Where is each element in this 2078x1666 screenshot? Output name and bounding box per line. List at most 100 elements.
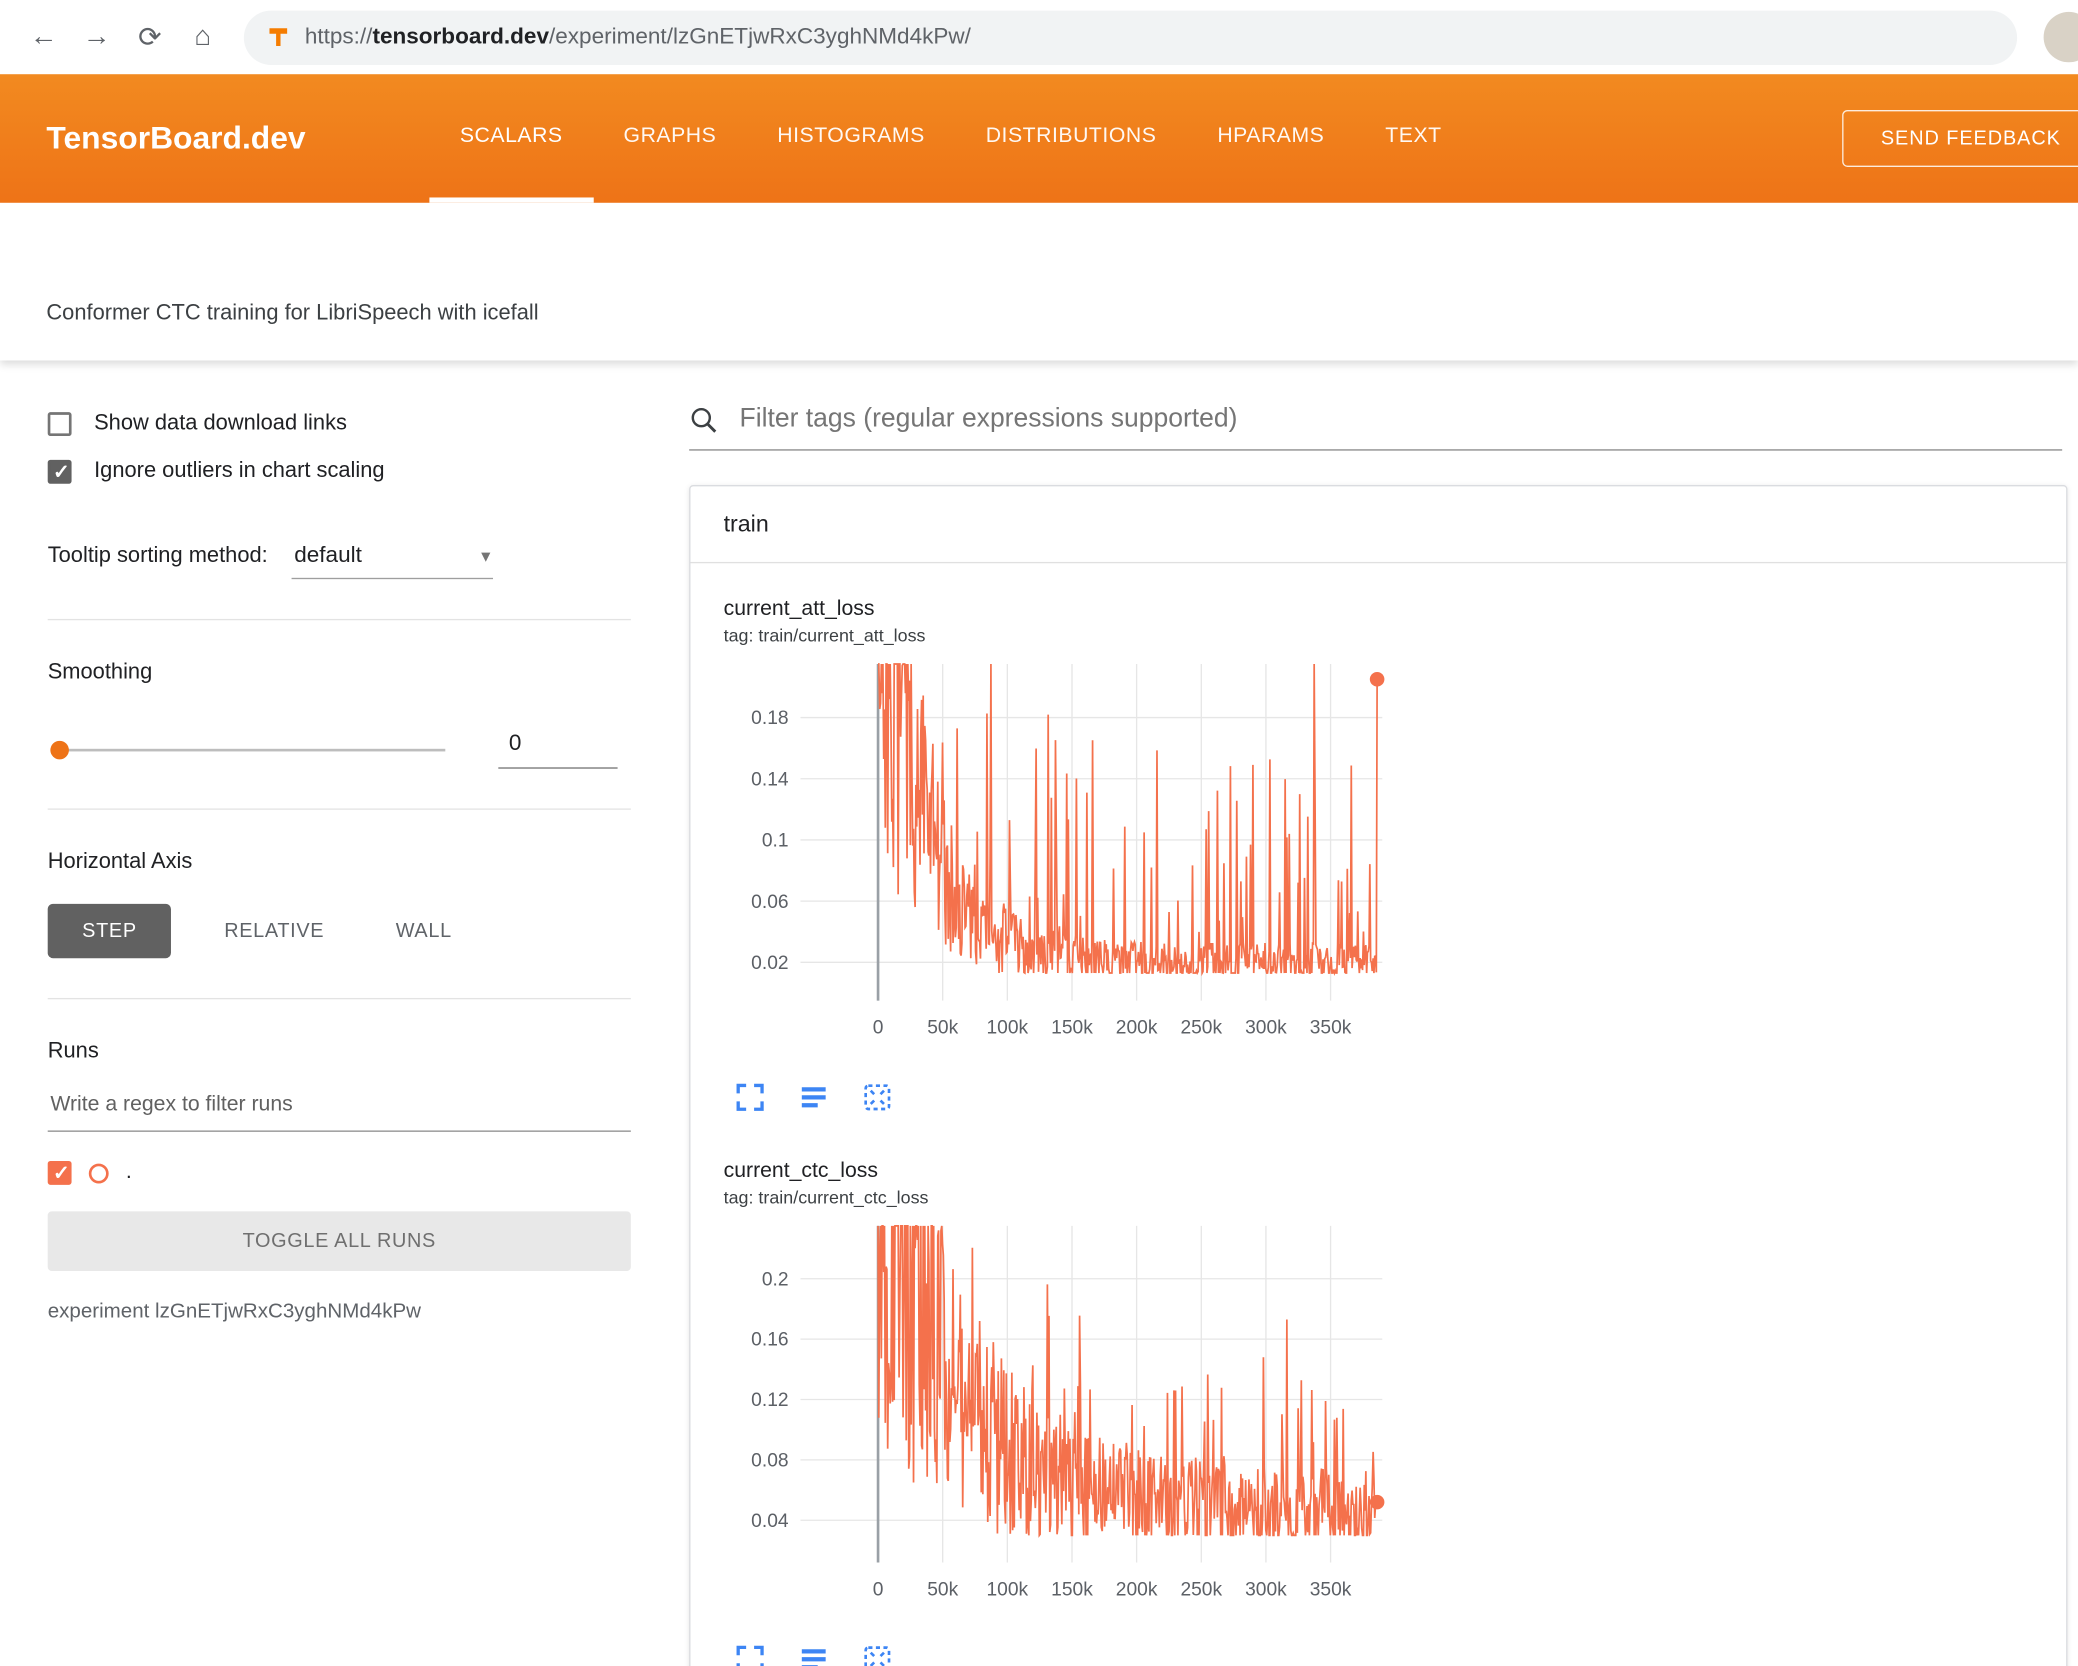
main-panel: train current_att_loss tag: train/curren… bbox=[663, 360, 2078, 1666]
svg-text:0.18: 0.18 bbox=[751, 708, 788, 729]
fit-domain-button[interactable] bbox=[861, 1080, 895, 1114]
tab-hparams[interactable]: HPARAMS bbox=[1187, 74, 1355, 203]
chart-tag: tag: train/current_att_loss bbox=[723, 625, 926, 646]
search-icon bbox=[691, 407, 717, 433]
svg-text:100k: 100k bbox=[987, 1018, 1029, 1039]
address-bar[interactable]: https://tensorboard.dev/experiment/lzGnE… bbox=[243, 9, 2018, 65]
ignore-outliers-checkbox[interactable] bbox=[47, 459, 72, 484]
chart-actions bbox=[734, 1080, 1393, 1114]
svg-text:100k: 100k bbox=[987, 1580, 1029, 1601]
app-logo: TensorBoard.dev bbox=[46, 119, 306, 156]
charts-grid: current_att_loss tag: train/current_att_… bbox=[690, 563, 2066, 1666]
svg-text:200k: 200k bbox=[1116, 1580, 1158, 1601]
svg-text:0.1: 0.1 bbox=[762, 831, 789, 852]
svg-text:50k: 50k bbox=[927, 1018, 958, 1039]
nav-tabs: SCALARS GRAPHS HISTOGRAMS DISTRIBUTIONS HPAR… bbox=[429, 74, 1472, 203]
svg-text:0: 0 bbox=[873, 1018, 884, 1039]
svg-text:300k: 300k bbox=[1245, 1580, 1287, 1601]
forward-icon[interactable]: → bbox=[74, 15, 119, 60]
svg-text:0.02: 0.02 bbox=[751, 953, 788, 974]
fullscreen-icon bbox=[736, 1083, 764, 1111]
tab-text[interactable]: TEXT bbox=[1355, 74, 1472, 203]
divider bbox=[47, 618, 631, 621]
run-color-swatch-icon bbox=[88, 1162, 109, 1183]
smoothing-slider[interactable] bbox=[50, 740, 446, 759]
axis-option-relative[interactable]: RELATIVE bbox=[206, 904, 343, 958]
fit-to-data-icon bbox=[864, 1084, 891, 1111]
runs-filter-input[interactable] bbox=[47, 1085, 631, 1132]
tensorboard-favicon bbox=[269, 28, 288, 46]
svg-text:50k: 50k bbox=[927, 1580, 958, 1601]
chart-title: current_ctc_loss bbox=[723, 1159, 879, 1183]
smoothing-value-input[interactable]: 0 bbox=[498, 730, 618, 769]
svg-text:0.06: 0.06 bbox=[751, 892, 788, 913]
run-row[interactable]: . bbox=[47, 1160, 631, 1185]
card-header[interactable]: train bbox=[690, 486, 2067, 564]
settings-sidebar: Show data download links Ignore outliers… bbox=[0, 360, 663, 1665]
svg-text:150k: 150k bbox=[1051, 1018, 1093, 1039]
chart-tag: tag: train/current_ctc_loss bbox=[723, 1187, 929, 1208]
run-name: . bbox=[125, 1160, 132, 1184]
divider bbox=[47, 808, 631, 810]
chart-actions bbox=[734, 1642, 1393, 1666]
svg-text:0.2: 0.2 bbox=[762, 1269, 789, 1290]
chart-block: current_att_loss tag: train/current_att_… bbox=[724, 598, 1393, 1115]
tooltip-sorting-row: Tooltip sorting method: default ▾ bbox=[48, 542, 631, 580]
reload-icon[interactable]: ⟳ bbox=[127, 15, 172, 60]
toggle-all-runs-button[interactable]: TOGGLE ALL RUNS bbox=[47, 1211, 631, 1271]
svg-text:0.12: 0.12 bbox=[751, 1390, 788, 1411]
runs-selector-button[interactable] bbox=[798, 1642, 832, 1666]
show-download-links-row[interactable]: Show data download links bbox=[47, 410, 631, 436]
chart-plot[interactable]: 0 50k 100k 150k 200k 250k 300k 350k 0.02 0.06 0.1 0… bbox=[724, 653, 1393, 1066]
runs-selector-button[interactable] bbox=[798, 1080, 832, 1114]
content: Show data download links Ignore outliers… bbox=[0, 360, 2078, 1666]
show-download-label: Show data download links bbox=[94, 410, 347, 435]
show-download-checkbox[interactable] bbox=[47, 411, 72, 436]
tab-scalars[interactable]: SCALARS bbox=[429, 74, 594, 203]
ignore-outliers-row[interactable]: Ignore outliers in chart scaling bbox=[47, 458, 631, 484]
train-card: train current_att_loss tag: train/curren… bbox=[689, 485, 2068, 1666]
fullscreen-icon bbox=[736, 1645, 764, 1666]
bars-icon bbox=[801, 1649, 826, 1666]
svg-text:250k: 250k bbox=[1180, 1580, 1222, 1601]
runs-label: Runs bbox=[47, 1039, 99, 1063]
experiment-titlebar: Conformer CTC training for LibriSpeech w… bbox=[0, 202, 2078, 361]
fit-domain-button[interactable] bbox=[861, 1642, 895, 1666]
horizontal-axis-buttons: STEP RELATIVE WALL bbox=[47, 903, 631, 959]
fit-to-data-icon bbox=[864, 1646, 891, 1666]
experiment-id-label: experiment lzGnETjwRxC3yghNMd4kPw bbox=[47, 1300, 422, 1323]
svg-text:250k: 250k bbox=[1180, 1018, 1222, 1039]
run-checkbox[interactable] bbox=[47, 1160, 72, 1185]
svg-text:350k: 350k bbox=[1310, 1018, 1352, 1039]
svg-text:0: 0 bbox=[873, 1580, 884, 1601]
tab-graphs[interactable]: GRAPHS bbox=[593, 74, 747, 203]
filter-tags-input[interactable] bbox=[736, 402, 2063, 437]
ignore-outliers-label: Ignore outliers in chart scaling bbox=[94, 458, 385, 483]
chart-title: current_att_loss bbox=[723, 597, 875, 621]
divider bbox=[47, 997, 631, 1000]
svg-text:150k: 150k bbox=[1051, 1580, 1093, 1601]
tab-histograms[interactable]: HISTOGRAMS bbox=[747, 74, 955, 203]
tab-distributions[interactable]: DISTRIBUTIONS bbox=[955, 74, 1187, 203]
axis-option-wall[interactable]: WALL bbox=[377, 904, 470, 958]
dropdown-caret-icon: ▾ bbox=[481, 544, 491, 566]
filter-tags-row bbox=[689, 402, 2063, 451]
back-icon[interactable]: ← bbox=[21, 15, 66, 60]
url-text: https://tensorboard.dev/experiment/lzGnE… bbox=[304, 23, 971, 50]
expand-chart-button[interactable] bbox=[734, 1080, 768, 1114]
bars-icon bbox=[801, 1087, 826, 1108]
axis-option-step[interactable]: STEP bbox=[47, 903, 172, 959]
send-feedback-button[interactable]: SEND FEEDBACK bbox=[1842, 109, 2078, 167]
app-header: TensorBoard.dev SCALARS GRAPHS HISTOGRAMS D… bbox=[0, 74, 2078, 203]
home-icon[interactable]: ⌂ bbox=[180, 15, 225, 60]
page: ← → ⟳ ⌂ https://tensorboard.dev/experime… bbox=[0, 0, 2078, 1666]
svg-text:0.04: 0.04 bbox=[751, 1511, 789, 1532]
svg-text:200k: 200k bbox=[1116, 1018, 1158, 1039]
chart-plot[interactable]: 0 50k 100k 150k 200k 250k 300k 350k 0.04 0.08 0.12… bbox=[724, 1215, 1393, 1628]
tooltip-sorting-select[interactable]: default ▾ bbox=[291, 542, 494, 580]
expand-chart-button[interactable] bbox=[734, 1642, 768, 1666]
smoothing-slider-thumb[interactable] bbox=[50, 740, 69, 759]
svg-text:0.14: 0.14 bbox=[751, 769, 789, 790]
svg-text:0.08: 0.08 bbox=[751, 1451, 788, 1472]
avatar[interactable] bbox=[2043, 11, 2078, 63]
